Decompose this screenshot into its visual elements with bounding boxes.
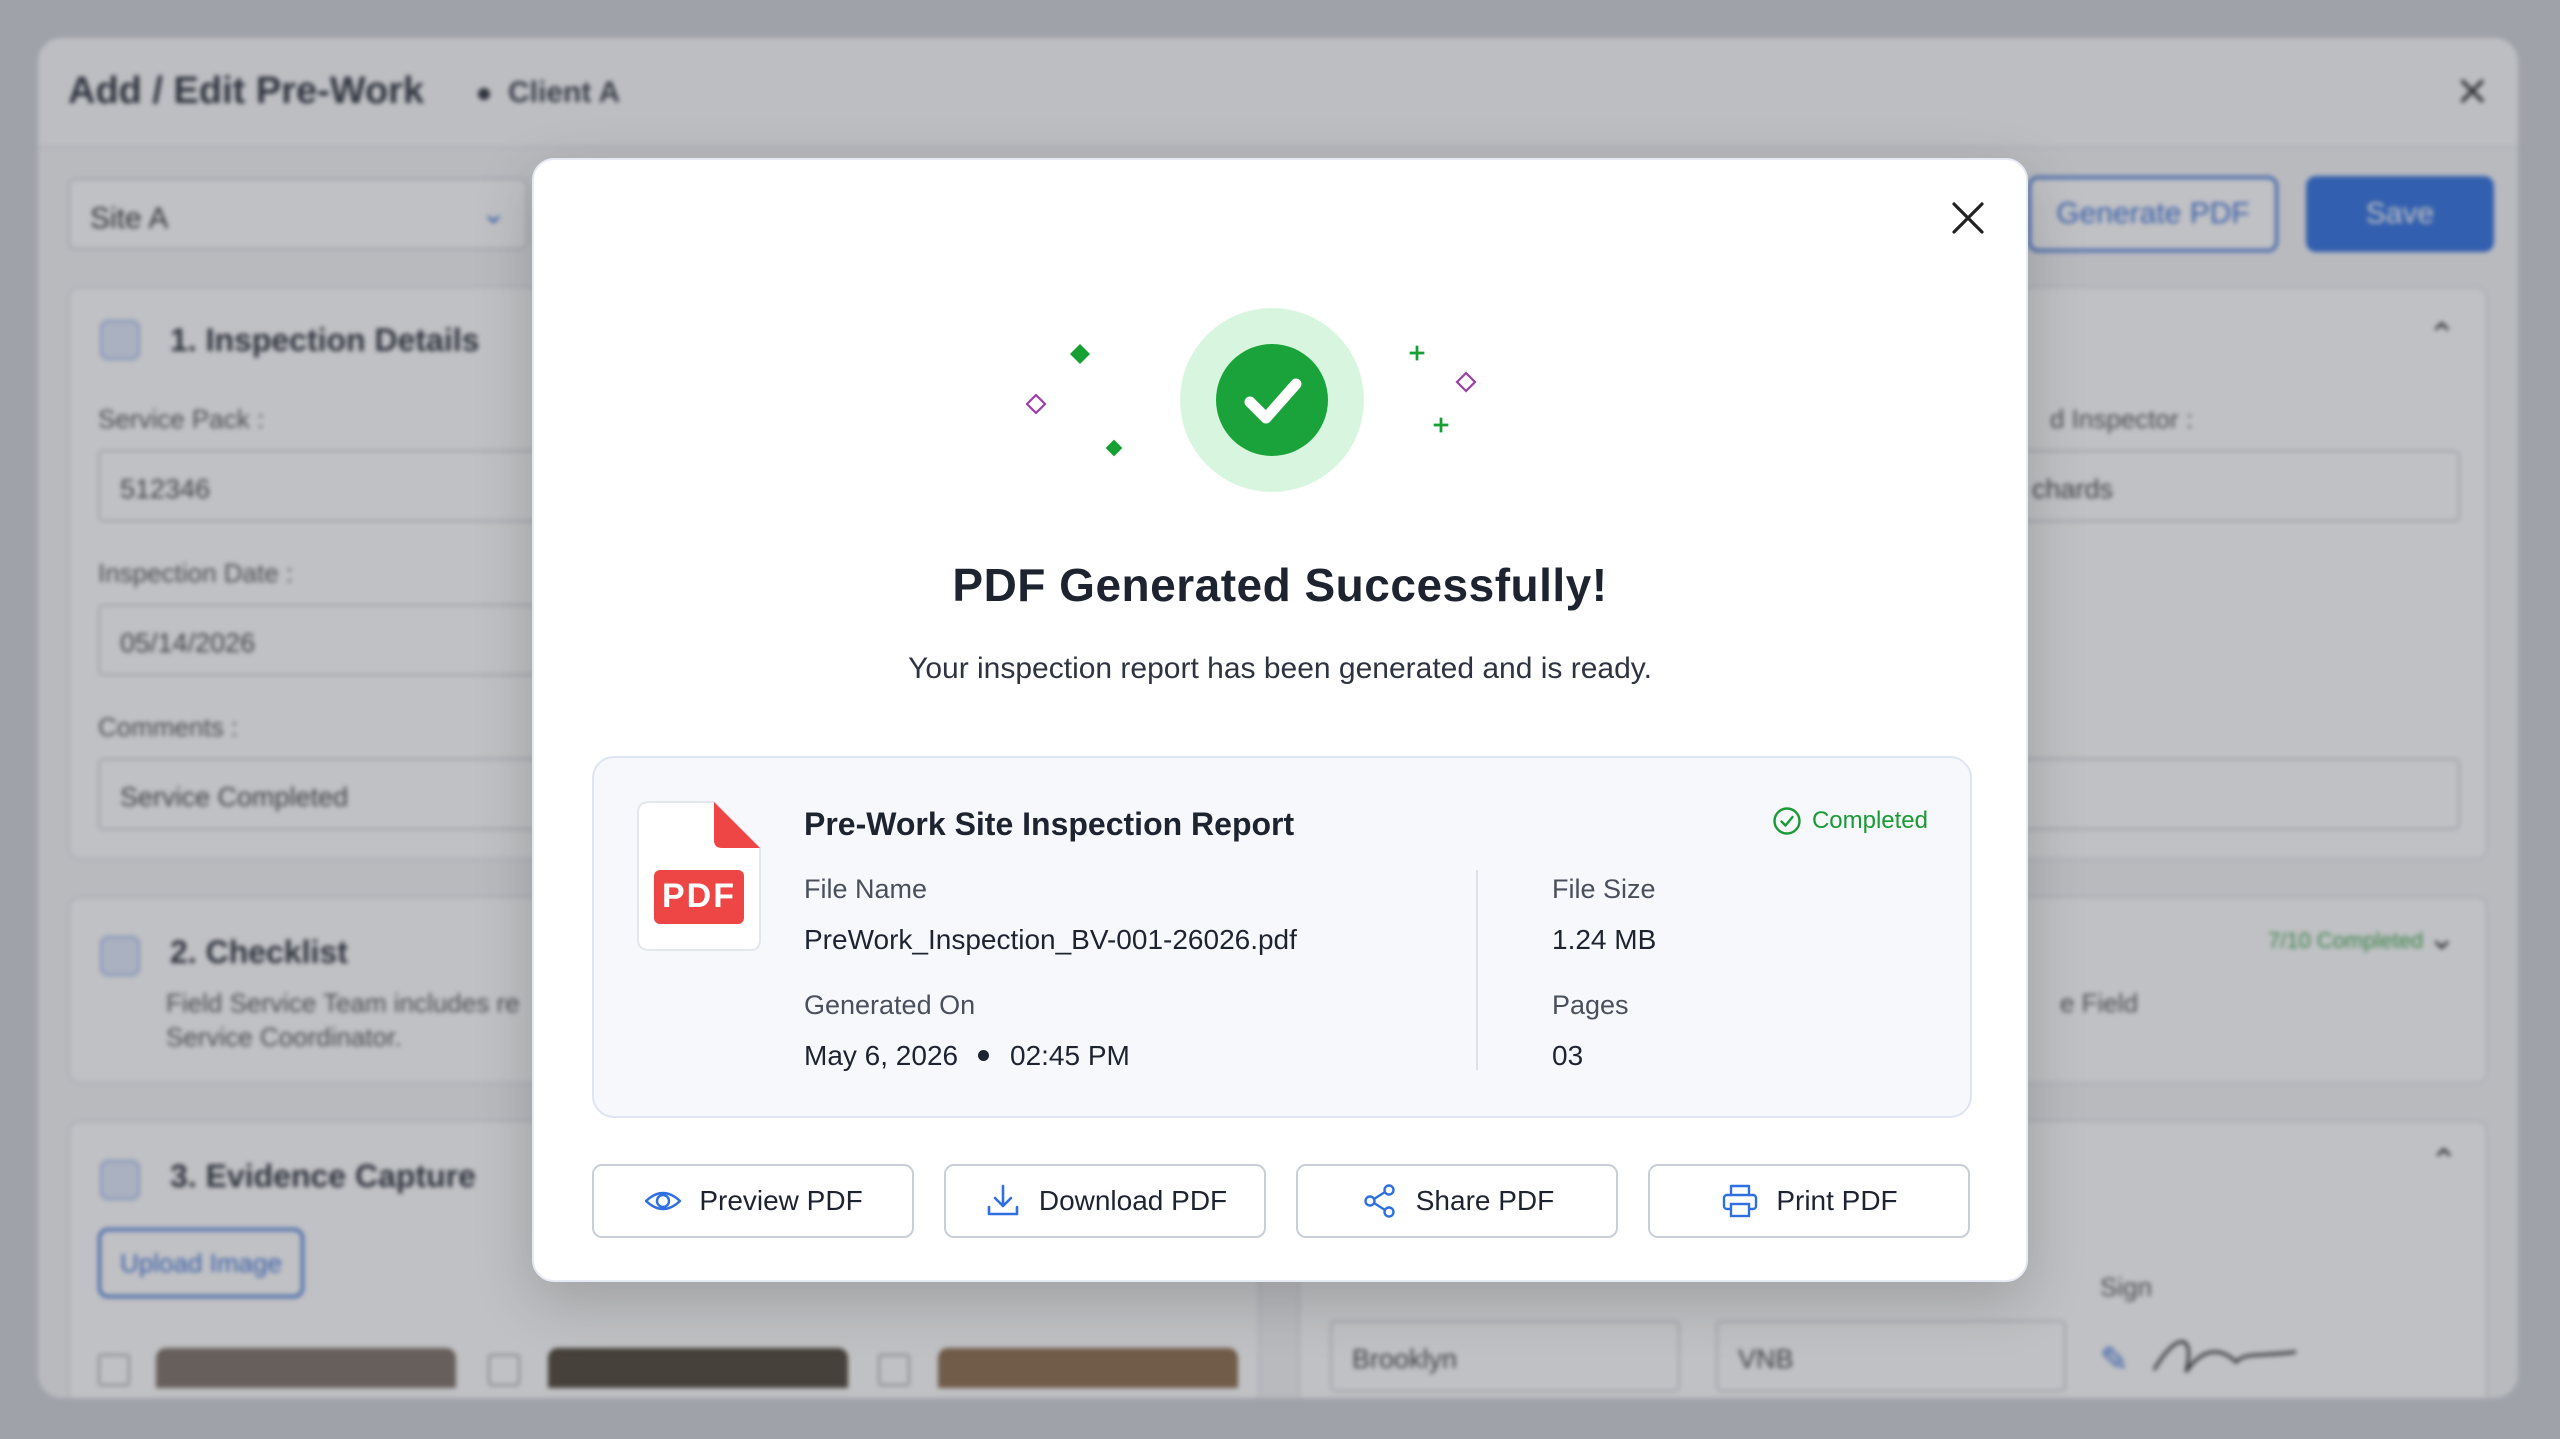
report-title: Pre-Work Site Inspection Report	[804, 806, 1295, 842]
check-circle-icon	[1216, 344, 1328, 456]
file-name-label: File Name	[804, 874, 928, 904]
pages-value: 03	[1552, 1040, 1584, 1071]
sparkle-plus-icon	[1409, 345, 1425, 361]
check-circle-outline-icon	[1773, 807, 1801, 835]
modal-title: PDF Generated Successfully!	[952, 559, 1608, 611]
pdf-success-modal: PDF Generated Successfully! Your inspect…	[532, 158, 2028, 1282]
print-pdf-label: Print PDF	[1776, 1185, 1898, 1216]
eye-icon	[645, 1191, 682, 1211]
generated-time-value: 02:45 PM	[1010, 1040, 1130, 1071]
file-size-label: File Size	[1552, 874, 1656, 904]
close-icon[interactable]	[1944, 194, 1992, 242]
share-pdf-button[interactable]: Share PDF	[1296, 1164, 1618, 1238]
print-pdf-button[interactable]: Print PDF	[1648, 1164, 1970, 1238]
file-size-value: 1.24 MB	[1552, 924, 1657, 955]
pdf-badge-text: PDF	[662, 877, 736, 915]
download-icon	[987, 1184, 1019, 1216]
download-pdf-label: Download PDF	[1038, 1185, 1228, 1216]
status-text: Completed	[1811, 807, 1928, 834]
sparkle-diamond-outline-icon	[1455, 371, 1477, 393]
file-info-card: PDF Pre-Work Site Inspection Report Comp…	[592, 756, 1972, 1118]
share-pdf-label: Share PDF	[1415, 1185, 1555, 1216]
download-pdf-button[interactable]: Download PDF	[944, 1164, 1266, 1238]
preview-pdf-button[interactable]: Preview PDF	[592, 1164, 914, 1238]
file-name-value: PreWork_Inspection_BV-001-26026.pdf	[804, 924, 1297, 955]
sparkle-plus-icon	[1433, 417, 1449, 433]
date-time-separator	[978, 1050, 989, 1061]
success-halo	[1180, 308, 1364, 492]
sparkle-diamond-icon	[1070, 344, 1090, 364]
generated-date-value: May 6, 2026	[804, 1040, 959, 1071]
preview-pdf-label: Preview PDF	[699, 1185, 863, 1216]
generated-on-label: Generated On	[804, 990, 976, 1020]
status-badge: Completed	[1772, 806, 1928, 836]
meta-divider	[1476, 870, 1478, 1070]
pdf-file-icon: PDF	[637, 801, 761, 951]
modal-subtitle: Your inspection report has been generate…	[908, 652, 1652, 685]
sparkle-diamond-icon	[1105, 439, 1123, 457]
share-icon	[1364, 1184, 1395, 1218]
printer-icon	[1723, 1184, 1758, 1218]
pages-label: Pages	[1552, 990, 1629, 1020]
sparkle-diamond-outline-icon	[1025, 393, 1047, 415]
